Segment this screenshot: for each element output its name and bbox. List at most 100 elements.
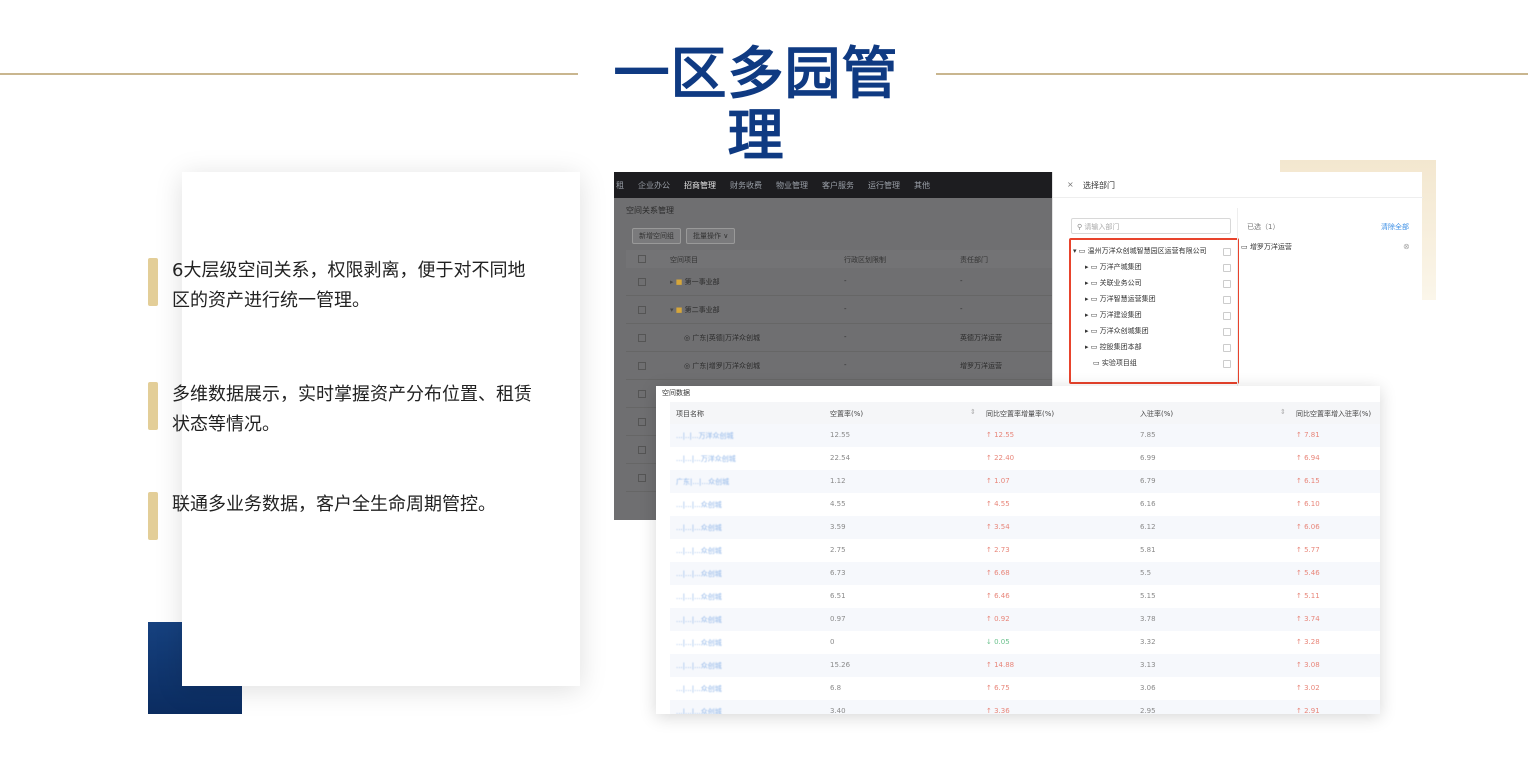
table-row[interactable]: ▾ ■ 第二事业部 - - (626, 296, 1054, 324)
nav-item[interactable]: 其他 (914, 180, 930, 191)
project-name-link[interactable]: ...|...|...众创城 (676, 569, 722, 579)
clear-all-link[interactable]: 清除全部 (1381, 222, 1409, 232)
project-name-link[interactable]: ...|...|...众创城 (676, 661, 722, 671)
table-row[interactable]: ...|...|...万洋众创城 22.54 ↑ 22.40 6.99 ↑ 6.94 (670, 447, 1380, 470)
expand-caret-icon[interactable]: ▸ (1085, 295, 1089, 303)
project-name-link[interactable]: ...|...|...万洋众创城 (676, 454, 736, 464)
tree-checkbox[interactable] (1223, 360, 1231, 368)
expand-caret-icon[interactable]: ▸ (1085, 311, 1089, 319)
row-checkbox[interactable] (638, 334, 646, 342)
tree-node[interactable]: ▸ ▭ 万洋建设集团 (1085, 310, 1231, 324)
row-region: - (844, 305, 847, 313)
department-search-input[interactable]: ⚲ 请输入部门 (1071, 218, 1231, 234)
vacancy-rate: 12.55 (830, 431, 851, 439)
collapse-caret-icon[interactable]: ▾ (1073, 247, 1077, 255)
table-row[interactable]: ...|...|...众创城 6.51 ↑ 6.46 5.15 ↑ 5.11 (670, 585, 1380, 608)
row-checkbox[interactable] (638, 446, 646, 454)
folder-icon: ▭ (1090, 343, 1098, 351)
table-row[interactable]: ...|...|...众创城 0.97 ↑ 0.92 3.78 ↑ 3.74 (670, 608, 1380, 631)
vacancy-rate: 15.26 (830, 661, 851, 669)
add-space-group-button[interactable]: 新增空间组 (632, 228, 681, 244)
table-row[interactable]: ▸ ■ 第一事业部 - - (626, 268, 1054, 296)
project-name-link[interactable]: ...|...|...众创城 (676, 707, 722, 714)
row-checkbox[interactable] (638, 474, 646, 482)
table-row[interactable]: ...|...|...众创城 0 ↓ 0.05 3.32 ↑ 3.28 (670, 631, 1380, 654)
row-name: ▾ ■ 第二事业部 (670, 305, 720, 315)
table-row[interactable]: ...|...|...众创城 2.75 ↑ 2.73 5.81 ↑ 5.77 (670, 539, 1380, 562)
tree-checkbox[interactable] (1223, 248, 1231, 256)
row-checkbox[interactable] (638, 418, 646, 426)
nav-item[interactable]: 企业办公 (638, 180, 670, 191)
tree-node[interactable]: ▸ ▭ 万洋产城集团 (1085, 262, 1231, 276)
vacancy-rate: 6.73 (830, 569, 846, 577)
table-row[interactable]: ...|...|...众创城 6.73 ↑ 6.68 5.5 ↑ 5.46 (670, 562, 1380, 585)
row-checkbox[interactable] (638, 278, 646, 286)
project-name-link[interactable]: ...|...|...众创城 (676, 684, 722, 694)
remove-selected-icon[interactable]: ⊗ (1403, 242, 1410, 251)
project-name-link[interactable]: ...|...|...众创城 (676, 523, 722, 533)
project-name-link[interactable]: ...|..|...万洋众创城 (676, 431, 734, 441)
table-row[interactable]: ...|...|...众创城 15.26 ↑ 14.88 3.13 ↑ 3.08 (670, 654, 1380, 677)
nav-item[interactable]: 客户服务 (822, 180, 854, 191)
vacancy-yoy: ↑ 22.40 (986, 454, 1015, 462)
tree-node[interactable]: ▸ ▭ 控股集团本部 (1085, 342, 1231, 356)
vacancy-yoy: ↑ 1.07 (986, 477, 1010, 485)
collapse-caret-icon[interactable]: ▾ (670, 306, 674, 314)
project-name-link[interactable]: ...|...|...众创城 (676, 592, 722, 602)
vacancy-yoy: ↑ 6.46 (986, 592, 1010, 600)
nav-item[interactable]: 运行管理 (868, 180, 900, 191)
column-header: 空间项目 (670, 256, 698, 264)
table-row[interactable]: ...|...|...众创城 6.8 ↑ 6.75 3.06 ↑ 3.02 (670, 677, 1380, 700)
vacancy-rate: 0.97 (830, 615, 846, 623)
tree-checkbox[interactable] (1223, 264, 1231, 272)
occupancy-yoy: ↑ 3.74 (1296, 615, 1320, 623)
row-checkbox[interactable] (638, 390, 646, 398)
page-title: 一区多园管理 (613, 42, 899, 169)
nav-item[interactable]: 物业管理 (776, 180, 808, 191)
table-row[interactable]: ...|..|...万洋众创城 12.55 ↑ 12.55 7.85 ↑ 7.81 (670, 424, 1380, 447)
vacancy-rate: 2.75 (830, 546, 846, 554)
sort-icon[interactable]: ⇕ (1280, 408, 1286, 416)
select-all-checkbox[interactable] (638, 255, 646, 263)
tree-node[interactable]: ▭ 实验项目组 (1093, 358, 1231, 372)
occupancy-rate: 5.15 (1140, 592, 1156, 600)
close-icon[interactable]: × (1067, 180, 1074, 189)
occupancy-rate: 3.13 (1140, 661, 1156, 669)
project-name-link[interactable]: ...|...|...众创城 (676, 500, 722, 510)
expand-caret-icon[interactable]: ▸ (1085, 279, 1089, 287)
nav-item[interactable]: 租 (616, 180, 624, 191)
table-row[interactable]: ...|...|...众创城 4.55 ↑ 4.55 6.16 ↑ 6.10 (670, 493, 1380, 516)
project-name-link[interactable]: ...|...|...众创城 (676, 546, 722, 556)
row-checkbox[interactable] (638, 362, 646, 370)
project-name-link[interactable]: 广东|...|...众创城 (676, 477, 729, 487)
table-row[interactable]: ◎ 广东|增罗|万洋众创城 - 增罗万洋运营 (626, 352, 1054, 380)
tree-checkbox[interactable] (1223, 312, 1231, 320)
tree-node[interactable]: ▸ ▭ 万洋众创城集团 (1085, 326, 1231, 340)
tree-checkbox[interactable] (1223, 296, 1231, 304)
expand-caret-icon[interactable]: ▸ (670, 278, 674, 286)
project-name-link[interactable]: ...|...|...众创城 (676, 615, 722, 625)
tree-node[interactable]: ▸ ▭ 关联业务公司 (1085, 278, 1231, 292)
building-icon: ◎ (684, 334, 691, 342)
table-row[interactable]: 广东|...|...众创城 1.12 ↑ 1.07 6.79 ↑ 6.15 (670, 470, 1380, 493)
tree-checkbox[interactable] (1223, 328, 1231, 336)
table-row[interactable]: ...|...|...众创城 3.40 ↑ 3.36 2.95 ↑ 2.91 (670, 700, 1380, 714)
building-icon: ◎ (684, 362, 691, 370)
tree-node-root[interactable]: ▾ ▭ 温州万洋众创城智慧园区运营有限公司 (1073, 246, 1231, 260)
project-name-link[interactable]: ...|...|...众创城 (676, 638, 722, 648)
feature-text: 多维数据展示，实时掌握资产分布位置、租赁状态等情况。 (172, 384, 532, 435)
expand-caret-icon[interactable]: ▸ (1085, 263, 1089, 271)
expand-caret-icon[interactable]: ▸ (1085, 343, 1089, 351)
batch-operation-button[interactable]: 批量操作 ∨ (686, 228, 736, 244)
row-checkbox[interactable] (638, 306, 646, 314)
table-row[interactable]: ◎ 广东|英德|万洋众创城 - 英德万洋运营 (626, 324, 1054, 352)
table-row[interactable]: ...|...|...众创城 3.59 ↑ 3.54 6.12 ↑ 6.06 (670, 516, 1380, 539)
tree-checkbox[interactable] (1223, 344, 1231, 352)
tree-node[interactable]: ▸ ▭ 万洋智慧运营集团 (1085, 294, 1231, 308)
drawer-title: 选择部门 (1083, 181, 1115, 190)
sort-icon[interactable]: ⇕ (970, 408, 976, 416)
nav-item[interactable]: 财务收费 (730, 180, 762, 191)
expand-caret-icon[interactable]: ▸ (1085, 327, 1089, 335)
tree-checkbox[interactable] (1223, 280, 1231, 288)
nav-item[interactable]: 招商管理 (684, 180, 716, 191)
